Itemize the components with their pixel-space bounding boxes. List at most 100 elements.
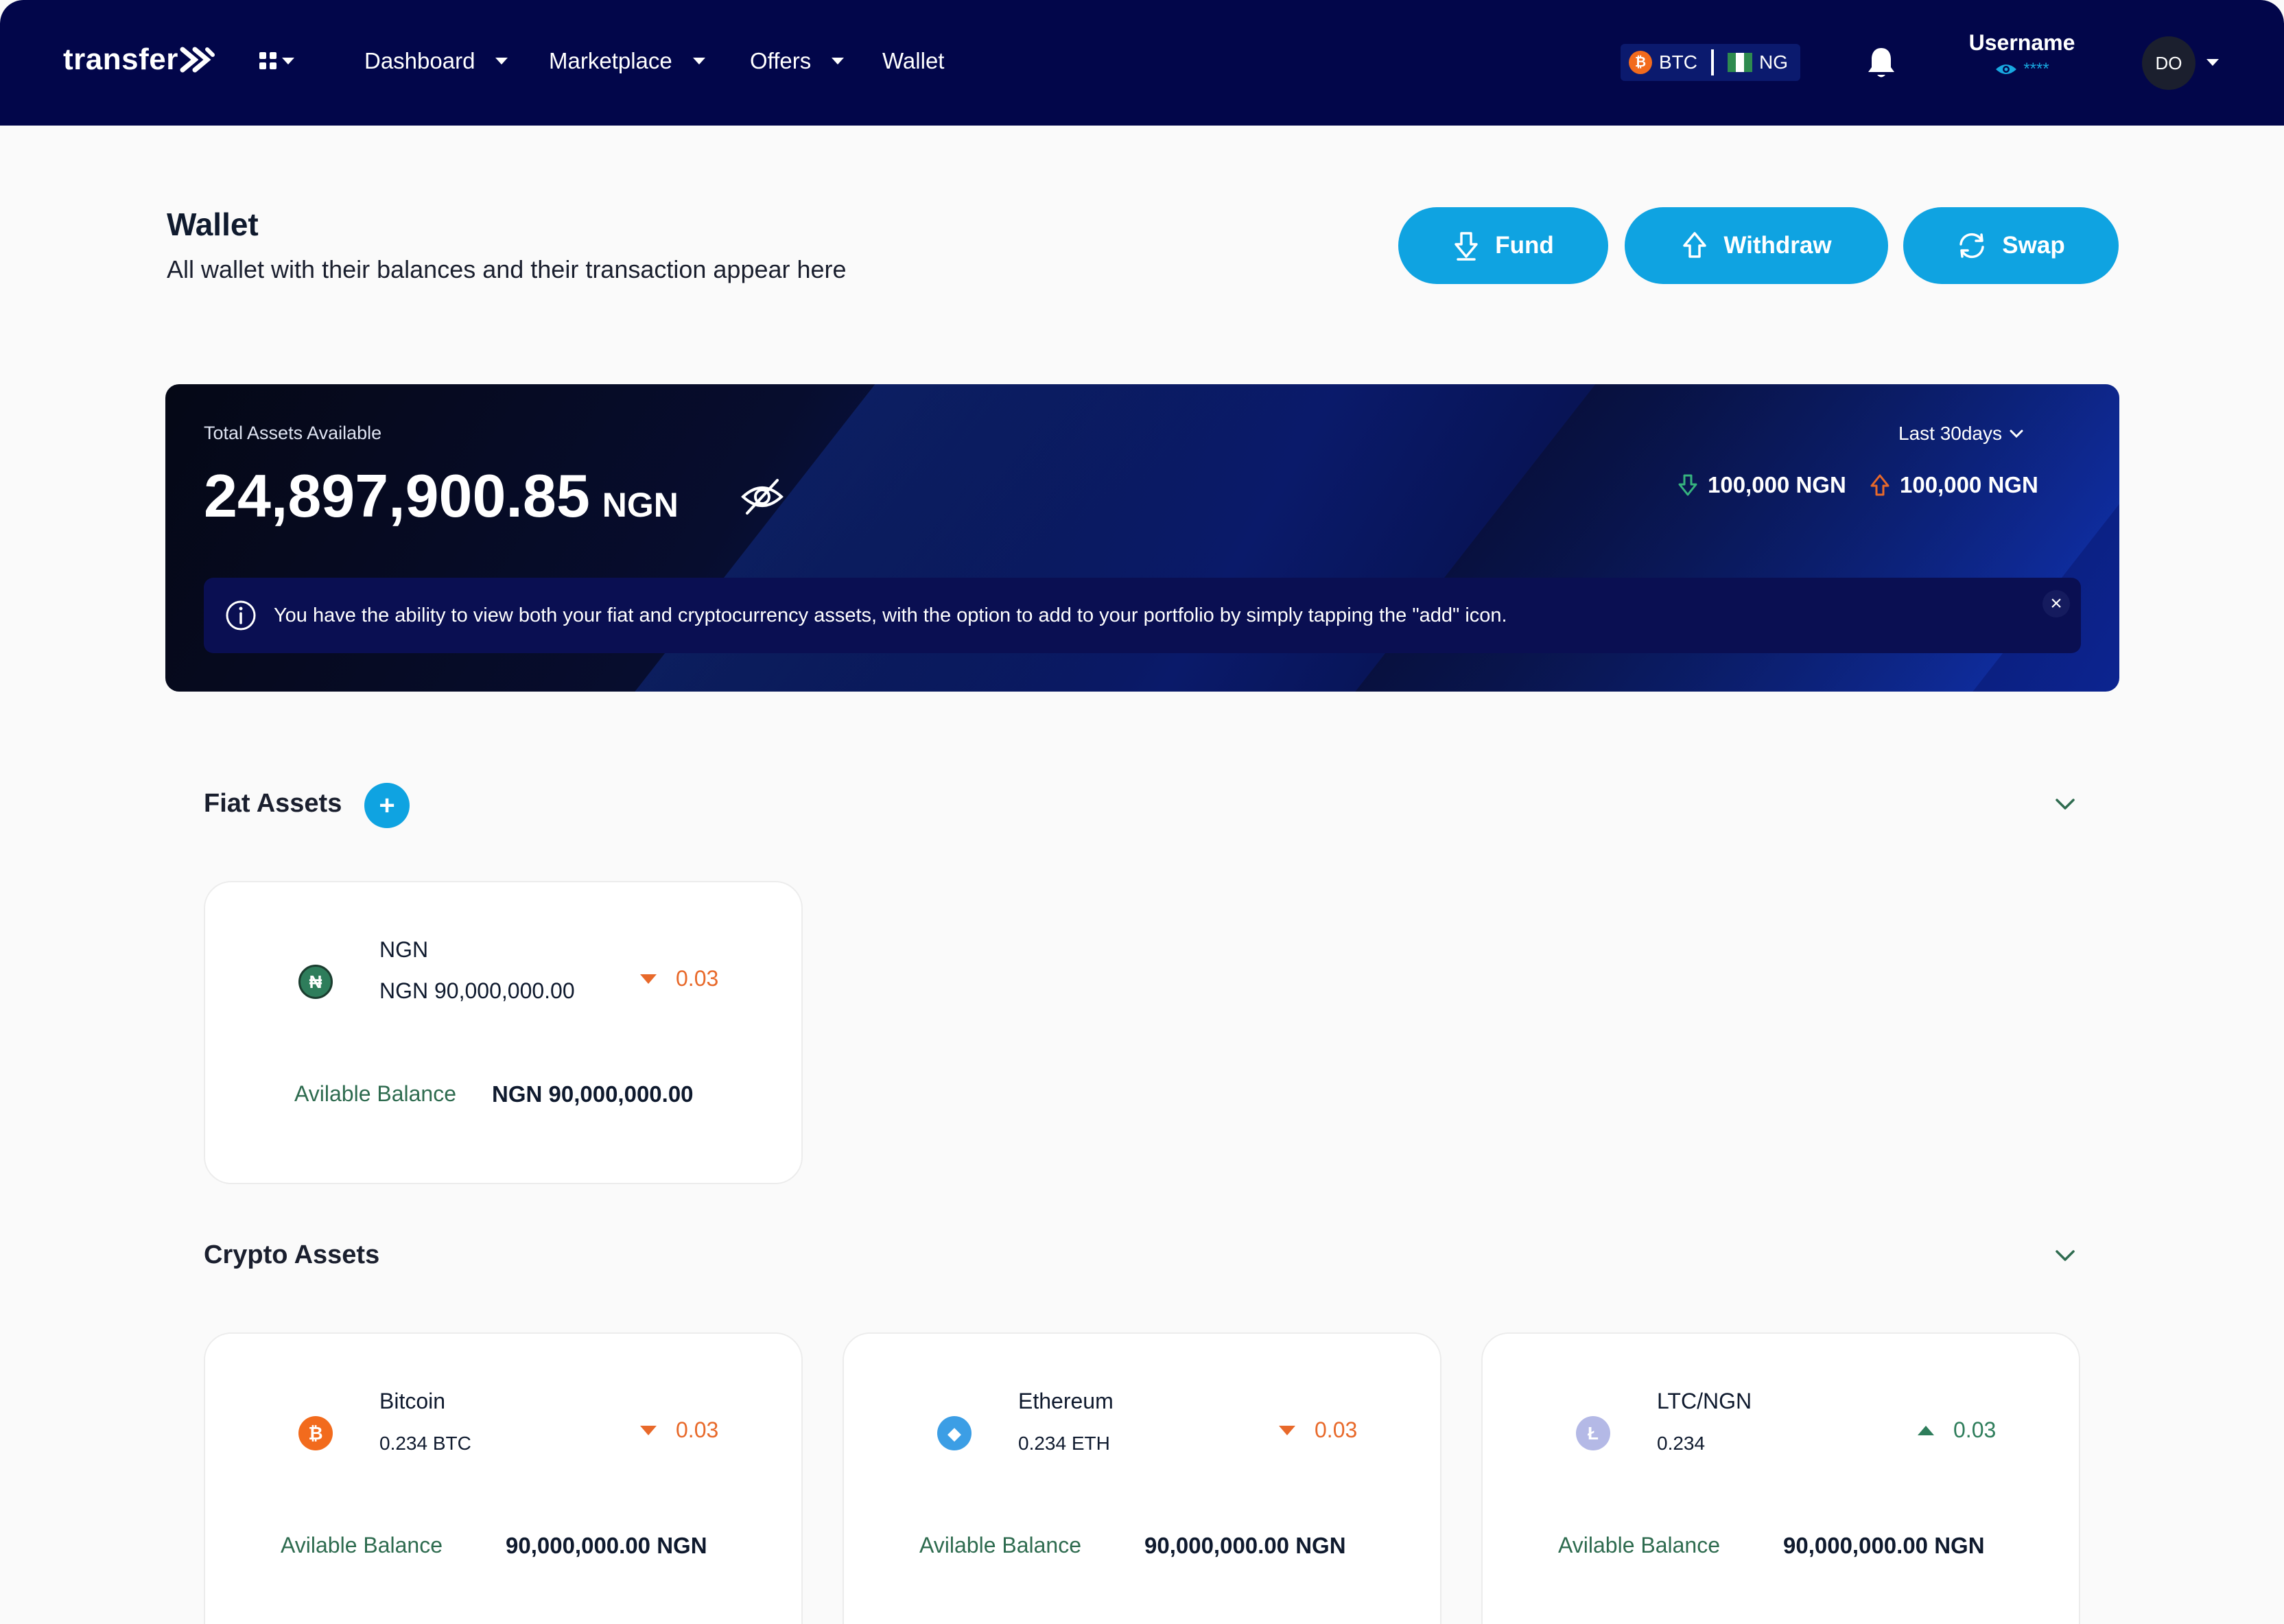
swap-label: Swap <box>2002 232 2065 259</box>
nav-wallet-label: Wallet <box>882 48 945 73</box>
fund-button[interactable]: Fund <box>1398 207 1608 284</box>
naira-icon: ₦ <box>298 965 333 999</box>
download-icon <box>1455 232 1478 261</box>
asset-amount: 0.234 <box>1657 1433 1706 1454</box>
bitcoin-icon: ₿ <box>1629 51 1652 74</box>
inflow-value: 100,000 NGN <box>1708 472 1846 497</box>
chevron-down-icon <box>282 57 294 64</box>
chevron-down-icon[interactable] <box>2051 1242 2079 1269</box>
withdraw-button[interactable]: Withdraw <box>1625 207 1888 284</box>
available-balance-value: NGN 90,000,000.00 <box>492 1081 694 1107</box>
nigeria-flag-icon <box>1728 53 1752 72</box>
nav-offers-label: Offers <box>750 48 812 73</box>
swap-icon <box>1959 233 1985 259</box>
withdraw-label: Withdraw <box>1723 232 1832 259</box>
asset-change-value: 0.03 <box>676 966 719 991</box>
masked-balance: **** <box>2023 60 2049 78</box>
asset-change-value: 0.03 <box>676 1417 719 1442</box>
trend-down-icon <box>640 1425 657 1435</box>
total-assets-card: Total Assets Available 24,897,900.85 NGN… <box>165 384 2119 692</box>
trend-up-icon <box>1918 1425 1934 1435</box>
add-fiat-button[interactable]: + <box>364 783 410 828</box>
asset-change: 0.03 <box>1279 1417 1357 1443</box>
close-glyph: × <box>2050 592 2062 615</box>
currency-country: NG <box>1759 51 1788 73</box>
crypto-assets-title: Crypto Assets <box>204 1240 380 1269</box>
page-subtitle: All wallet with their balances and their… <box>167 255 847 283</box>
asset-name: NGN <box>379 937 429 962</box>
chevron-down-icon <box>495 58 508 64</box>
available-balance-label: Avilable Balance <box>919 1533 1082 1557</box>
arrow-down-icon <box>1678 474 1697 496</box>
asset-change-value: 0.03 <box>1953 1417 1997 1442</box>
nav-wallet[interactable]: Wallet <box>882 48 944 74</box>
logo-x-icon <box>180 45 215 74</box>
available-balance-label: Avilable Balance <box>1558 1533 1721 1557</box>
available-balance-label: Avilable Balance <box>281 1533 443 1557</box>
coin-glyph: Ł <box>1588 1422 1599 1444</box>
total-assets-value: 24,897,900.85 <box>204 462 590 530</box>
asset-change: 0.03 <box>640 966 718 991</box>
coin-glyph: ◆ <box>947 1422 961 1444</box>
nav-marketplace-label: Marketplace <box>549 48 672 73</box>
swap-button[interactable]: Swap <box>1903 207 2119 284</box>
top-nav: transfer Dashboard Marketplace Offers Wa… <box>0 0 2284 126</box>
coin-glyph: ₿ <box>308 1422 323 1444</box>
litecoin-icon: Ł <box>1576 1416 1610 1450</box>
brand-logo[interactable]: transfer <box>63 43 215 77</box>
avatar[interactable]: DO <box>2142 36 2195 90</box>
grid-icon <box>259 52 276 69</box>
currency-selector[interactable]: ₿ BTC NG <box>1621 44 1800 81</box>
eye-off-icon[interactable] <box>740 476 784 521</box>
total-assets-currency: NGN <box>602 486 679 524</box>
outflow: 100,000 NGN <box>1870 472 2038 498</box>
nav-dashboard-label: Dashboard <box>364 48 475 73</box>
ethereum-icon: ◆ <box>937 1416 972 1450</box>
bell-icon[interactable] <box>1866 45 1896 81</box>
available-balance-label: Avilable Balance <box>294 1081 457 1106</box>
asset-change: 0.03 <box>640 1417 718 1443</box>
outflow-value: 100,000 NGN <box>1900 472 2038 497</box>
fiat-assets-title: Fiat Assets <box>204 789 342 818</box>
eye-icon <box>1996 64 2017 74</box>
chevron-down-icon <box>692 58 705 64</box>
asset-card-ngn[interactable]: ₦ NGN NGN 90,000,000.00 0.03 Avilable Ba… <box>204 881 803 1184</box>
currency-crypto: BTC <box>1659 51 1697 73</box>
nav-marketplace[interactable]: Marketplace <box>549 48 705 74</box>
coin-glyph: ₦ <box>309 971 322 992</box>
asset-name: Bitcoin <box>379 1389 446 1413</box>
divider <box>1711 49 1714 75</box>
nav-offers[interactable]: Offers <box>750 48 845 74</box>
total-assets-amount: 24,897,900.85 NGN <box>204 461 679 531</box>
asset-name: LTC/NGN <box>1657 1389 1752 1413</box>
chevron-down-icon[interactable] <box>2206 59 2219 66</box>
avatar-initials: DO <box>2155 52 2182 73</box>
apps-menu-button[interactable] <box>259 52 294 69</box>
page-title: Wallet <box>167 207 259 242</box>
chevron-down-icon <box>832 58 845 64</box>
upload-icon <box>1683 232 1707 258</box>
close-icon[interactable]: × <box>2042 590 2070 617</box>
app-frame: transfer Dashboard Marketplace Offers Wa… <box>0 0 2284 1624</box>
period-selector[interactable]: Last 30days <box>1898 423 2024 445</box>
user-info[interactable]: Username **** <box>1964 30 2080 79</box>
asset-amount: 0.234 BTC <box>379 1433 471 1454</box>
username: Username <box>1968 30 2075 55</box>
available-balance-value: 90,000,000.00 NGN <box>1144 1533 1346 1558</box>
inflow: 100,000 NGN <box>1677 472 1846 498</box>
info-text: You have the ability to view both your f… <box>274 604 1507 626</box>
asset-card-ethereum[interactable]: ◆ Ethereum 0.234 ETH 0.03 Avilable Balan… <box>843 1332 1441 1624</box>
asset-card-bitcoin[interactable]: ₿ Bitcoin 0.234 BTC 0.03 Avilable Balanc… <box>204 1332 803 1624</box>
trend-down-icon <box>1279 1425 1295 1435</box>
balance-visibility[interactable]: **** <box>1964 60 2080 79</box>
chevron-down-icon[interactable] <box>2051 790 2079 818</box>
period-label: Last 30days <box>1898 423 2002 444</box>
available-balance-value: 90,000,000.00 NGN <box>506 1533 707 1558</box>
total-assets-label: Total Assets Available <box>204 423 382 443</box>
trend-down-icon <box>640 974 657 984</box>
info-banner: You have the ability to view both your f… <box>204 578 2081 653</box>
asset-amount: 0.234 ETH <box>1018 1433 1110 1454</box>
nav-dashboard[interactable]: Dashboard <box>364 48 508 74</box>
fund-label: Fund <box>1495 232 1554 259</box>
asset-card-litecoin[interactable]: Ł LTC/NGN 0.234 0.03 Avilable Balance 90… <box>1481 1332 2080 1624</box>
